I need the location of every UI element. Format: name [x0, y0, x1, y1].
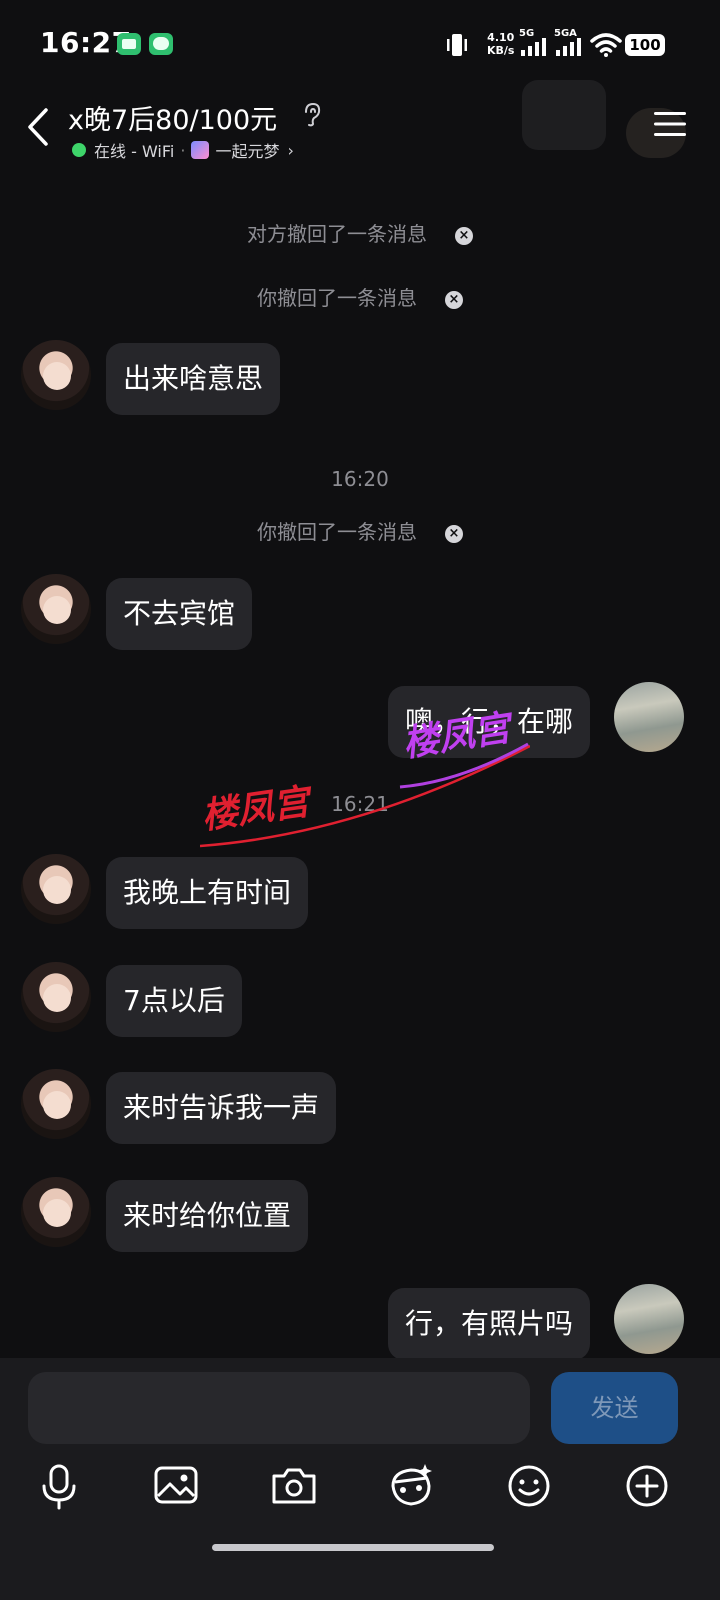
home-indicator[interactable]	[212, 1544, 494, 1551]
contact-avatar[interactable]	[21, 574, 91, 644]
image-icon[interactable]	[146, 1456, 206, 1516]
online-status: 在线 - WiFi	[94, 142, 175, 161]
chat-subtitle[interactable]: 在线 - WiFi · 一起元梦 ›	[72, 138, 294, 162]
game-icon	[191, 141, 210, 159]
chat-header: x晚7后80/100元 在线 - WiFi · 一起元梦 ›	[0, 80, 720, 172]
separator-dot: ·	[180, 140, 186, 160]
composer-bar: 发送	[0, 1358, 720, 1600]
online-dot-icon	[72, 143, 86, 157]
wifi-icon	[590, 33, 622, 57]
network-speed-unit: KB/s	[487, 44, 515, 57]
message-bubble-outgoing[interactable]: 行，有照片吗	[388, 1288, 591, 1360]
contact-avatar[interactable]	[21, 962, 91, 1032]
contact-avatar[interactable]	[21, 1177, 91, 1247]
my-avatar[interactable]	[614, 682, 684, 752]
network-speed: 4.10 KB/s	[487, 31, 514, 57]
wechat-notification-icon	[149, 33, 173, 55]
message-bubble-incoming[interactable]: 来时告诉我一声	[106, 1072, 337, 1144]
signal-sim1: 5G	[519, 28, 549, 60]
my-avatar[interactable]	[614, 1284, 684, 1354]
recall-notice: 你撤回了一条消息 ×	[0, 516, 720, 545]
menu-icon[interactable]	[653, 110, 687, 138]
recall-notice-text: 你撤回了一条消息	[257, 520, 417, 544]
signal-sim2: 5GA	[554, 28, 584, 60]
message-bubble-incoming[interactable]: 不去宾馆	[106, 578, 253, 650]
status-bar: 16:27 4.10 KB/s 5G 5GA 100	[0, 0, 720, 86]
chevron-right-icon: ›	[287, 140, 294, 160]
send-button[interactable]: 发送	[551, 1372, 678, 1444]
contact-avatar[interactable]	[21, 340, 91, 410]
recall-notice: 对方撤回了一条消息 ×	[0, 218, 720, 247]
signal-bars-icon	[556, 38, 581, 56]
close-icon[interactable]: ×	[445, 525, 463, 543]
timestamp: 16:20	[331, 467, 389, 491]
activity-status: 一起元梦	[215, 142, 280, 161]
camera-icon[interactable]	[264, 1456, 324, 1516]
microphone-icon[interactable]	[29, 1456, 89, 1516]
notification-app-icon	[117, 33, 141, 55]
message-bubble-incoming[interactable]: 来时给你位置	[106, 1180, 309, 1252]
add-icon[interactable]	[617, 1456, 677, 1516]
ear-icon[interactable]	[302, 102, 322, 128]
sticker-icon[interactable]	[381, 1456, 441, 1516]
close-icon[interactable]: ×	[445, 291, 463, 309]
emoji-icon[interactable]	[499, 1456, 559, 1516]
recall-notice-text: 你撤回了一条消息	[257, 286, 417, 310]
close-icon[interactable]: ×	[455, 227, 473, 245]
back-arrow-icon[interactable]	[22, 104, 56, 150]
message-bubble-incoming[interactable]: 7点以后	[106, 965, 242, 1037]
recall-notice-text: 对方撤回了一条消息	[247, 222, 427, 246]
signal-bars-icon	[521, 38, 546, 56]
battery-indicator: 100	[625, 34, 665, 56]
message-bubble-incoming[interactable]: 出来啥意思	[106, 343, 281, 415]
message-input[interactable]	[28, 1372, 530, 1444]
vibrate-icon	[447, 34, 467, 56]
message-bubble-incoming[interactable]: 我晚上有时间	[106, 857, 309, 929]
contact-avatar[interactable]	[21, 1069, 91, 1139]
chat-title[interactable]: x晚7后80/100元	[68, 98, 277, 137]
network-speed-value: 4.10	[487, 31, 515, 44]
contact-avatar[interactable]	[21, 854, 91, 924]
recall-notice: 你撤回了一条消息 ×	[0, 282, 720, 311]
scrolled-message-ghost	[522, 80, 606, 150]
